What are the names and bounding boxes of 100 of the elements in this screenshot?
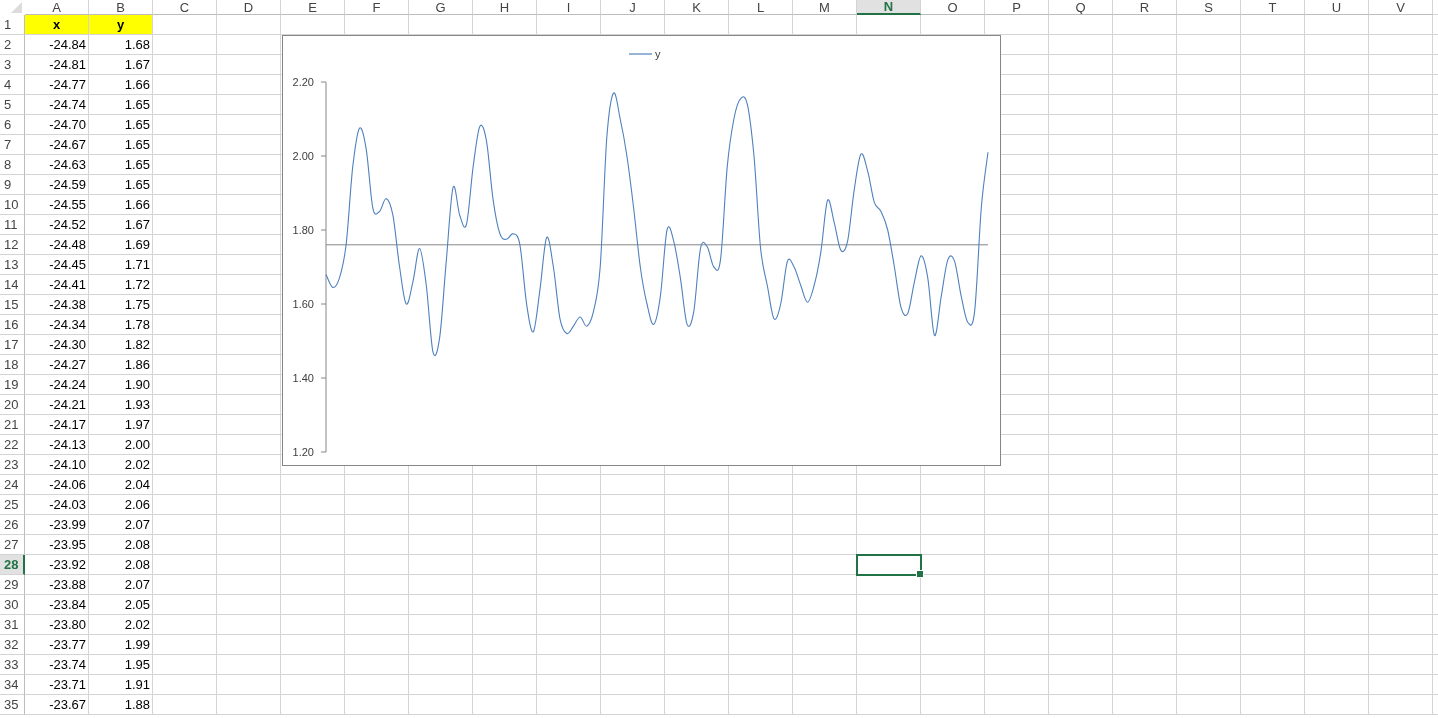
table-cell: -24.45 xyxy=(25,255,89,275)
table-cell: 1.72 xyxy=(89,275,153,295)
column-header[interactable]: S xyxy=(1177,0,1241,15)
table-cell: -24.38 xyxy=(25,295,89,315)
table-cell: 1.68 xyxy=(89,35,153,55)
axis-tick-label: 1.80 xyxy=(292,224,314,236)
column-header[interactable]: T xyxy=(1241,0,1305,15)
active-cell[interactable] xyxy=(856,554,922,576)
table-cell: 1.90 xyxy=(89,375,153,395)
table-cell: -24.24 xyxy=(25,375,89,395)
axis-tick-label: 1.40 xyxy=(292,372,314,384)
table-cell: 1.95 xyxy=(89,655,153,675)
table-cell: -24.41 xyxy=(25,275,89,295)
column-header[interactable]: M xyxy=(793,0,857,15)
column-header[interactable]: G xyxy=(409,0,473,15)
axis-tick-label: 2.00 xyxy=(292,150,314,162)
table-cell: 2.08 xyxy=(89,555,153,575)
column-header[interactable]: O xyxy=(921,0,985,15)
table-cell: -24.67 xyxy=(25,135,89,155)
table-cell: 1.82 xyxy=(89,335,153,355)
legend-label: y xyxy=(655,48,661,60)
table-cell: 1.86 xyxy=(89,355,153,375)
table-cell: -23.84 xyxy=(25,595,89,615)
table-cell: -24.10 xyxy=(25,455,89,475)
table-cell: -24.59 xyxy=(25,175,89,195)
table-cell: -24.30 xyxy=(25,335,89,355)
row-header[interactable]: 28 xyxy=(0,555,25,575)
column-header[interactable]: E xyxy=(281,0,345,15)
table-cell: 1.65 xyxy=(89,155,153,175)
column-header[interactable]: I xyxy=(537,0,601,15)
table-cell: -24.13 xyxy=(25,435,89,455)
table-cell: -23.74 xyxy=(25,655,89,675)
column-header[interactable]: K xyxy=(665,0,729,15)
table-cell: 2.04 xyxy=(89,475,153,495)
table-cell: 1.78 xyxy=(89,315,153,335)
column-header[interactable]: H xyxy=(473,0,537,15)
table-cell: 1.65 xyxy=(89,135,153,155)
table-cell: -23.92 xyxy=(25,555,89,575)
table-cell: 1.67 xyxy=(89,215,153,235)
table-cell: 1.66 xyxy=(89,195,153,215)
triangle-icon xyxy=(11,2,22,13)
column-header[interactable]: J xyxy=(601,0,665,15)
table-cell: 2.00 xyxy=(89,435,153,455)
table-cell: 2.08 xyxy=(89,535,153,555)
column-header[interactable]: V xyxy=(1369,0,1433,15)
table-cell: -24.17 xyxy=(25,415,89,435)
table-cell: 2.07 xyxy=(89,515,153,535)
table-cell: -24.06 xyxy=(25,475,89,495)
axis-tick-label: 1.60 xyxy=(292,298,314,310)
table-cell: 2.05 xyxy=(89,595,153,615)
column-title-cell: y xyxy=(89,15,153,35)
table-cell: -23.71 xyxy=(25,675,89,695)
table-cell: 1.66 xyxy=(89,75,153,95)
table-cell: -24.70 xyxy=(25,115,89,135)
table-cell: -24.84 xyxy=(25,35,89,55)
column-title-cell: x xyxy=(25,15,89,35)
table-cell: 1.69 xyxy=(89,235,153,255)
column-header[interactable]: D xyxy=(217,0,281,15)
table-cell: 2.02 xyxy=(89,455,153,475)
table-cell: 1.99 xyxy=(89,635,153,655)
table-cell: -24.63 xyxy=(25,155,89,175)
table-cell: -23.80 xyxy=(25,615,89,635)
table-cell: -24.77 xyxy=(25,75,89,95)
table-cell: -24.21 xyxy=(25,395,89,415)
column-header[interactable]: R xyxy=(1113,0,1177,15)
table-cell: 1.91 xyxy=(89,675,153,695)
column-header[interactable]: B xyxy=(89,0,153,15)
table-cell: 1.65 xyxy=(89,95,153,115)
table-cell: 1.65 xyxy=(89,115,153,135)
table-cell: -24.52 xyxy=(25,215,89,235)
column-header[interactable]: A xyxy=(25,0,89,15)
table-cell: -23.77 xyxy=(25,635,89,655)
table-cell: 1.71 xyxy=(89,255,153,275)
table-cell: -23.67 xyxy=(25,695,89,715)
table-cell: -24.74 xyxy=(25,95,89,115)
column-header[interactable]: L xyxy=(729,0,793,15)
column-header[interactable]: Q xyxy=(1049,0,1113,15)
column-header[interactable]: F xyxy=(345,0,409,15)
table-cell: -24.55 xyxy=(25,195,89,215)
table-cell: 1.65 xyxy=(89,175,153,195)
table-cell: -23.88 xyxy=(25,575,89,595)
table-cell: 1.75 xyxy=(89,295,153,315)
table-cell: -24.27 xyxy=(25,355,89,375)
table-cell: -24.34 xyxy=(25,315,89,335)
table-cell: -24.81 xyxy=(25,55,89,75)
column-header[interactable]: C xyxy=(153,0,217,15)
axis-tick-label: 2.20 xyxy=(292,76,314,88)
table-cell: 1.67 xyxy=(89,55,153,75)
table-cell: -24.03 xyxy=(25,495,89,515)
column-header[interactable]: N xyxy=(857,0,921,15)
table-cell: 1.93 xyxy=(89,395,153,415)
table-cell: 2.06 xyxy=(89,495,153,515)
table-cell: 2.07 xyxy=(89,575,153,595)
table-cell: -24.48 xyxy=(25,235,89,255)
table-cell: 1.88 xyxy=(89,695,153,715)
table-cell: -23.99 xyxy=(25,515,89,535)
table-cell: 2.02 xyxy=(89,615,153,635)
axis-tick-label: 1.20 xyxy=(292,446,314,458)
column-header[interactable]: U xyxy=(1305,0,1369,15)
column-header[interactable]: P xyxy=(985,0,1049,15)
